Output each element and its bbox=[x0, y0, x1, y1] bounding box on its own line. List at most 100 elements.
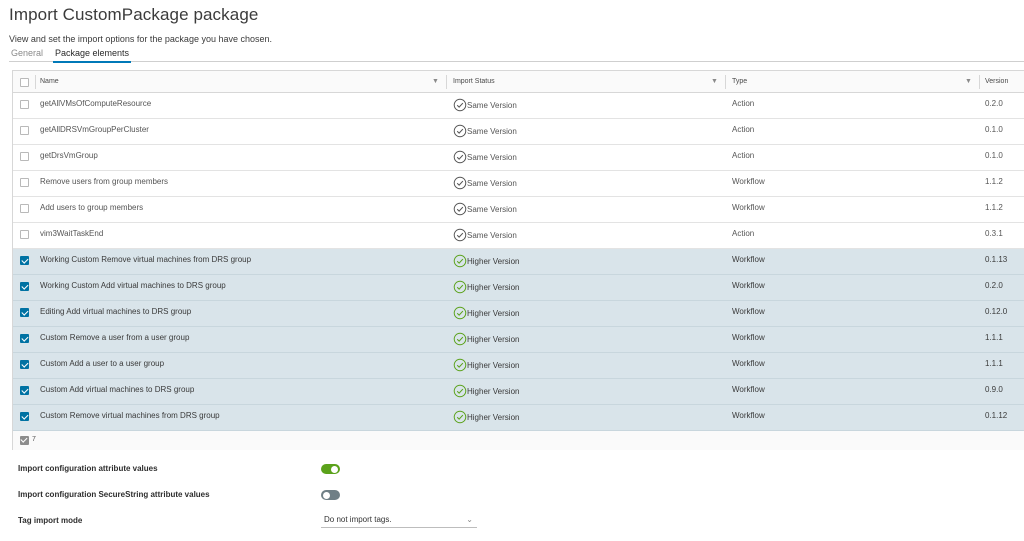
row-checkbox[interactable] bbox=[20, 360, 29, 369]
row-name: Add users to group members bbox=[40, 203, 144, 212]
row-name: Custom Remove virtual machines from DRS … bbox=[40, 411, 220, 420]
row-import-status-text: Higher Version bbox=[467, 412, 520, 422]
column-separator[interactable] bbox=[446, 75, 447, 89]
row-version: 0.12.0 bbox=[985, 307, 1008, 316]
row-type: Workflow bbox=[732, 411, 765, 420]
tag-import-mode-select[interactable]: Do not import tags. ⌄ bbox=[321, 515, 477, 528]
filter-icon[interactable]: ▼ bbox=[711, 71, 718, 93]
table-row[interactable]: Editing Add virtual machines to DRS grou… bbox=[13, 301, 1024, 327]
tab-package-elements[interactable]: Package elements bbox=[52, 48, 132, 63]
column-separator[interactable] bbox=[725, 75, 726, 89]
row-name: Editing Add virtual machines to DRS grou… bbox=[40, 307, 192, 316]
column-header-name[interactable]: Name bbox=[40, 71, 59, 93]
row-checkbox[interactable] bbox=[20, 282, 29, 291]
row-checkbox[interactable] bbox=[20, 230, 29, 239]
row-checkbox[interactable] bbox=[20, 256, 29, 265]
row-import-status: Higher Version bbox=[453, 357, 519, 373]
import-securestring-toggle[interactable] bbox=[321, 490, 340, 500]
row-import-status: Higher Version bbox=[453, 253, 519, 269]
row-version: 0.1.0 bbox=[985, 151, 1003, 160]
table-row[interactable]: Custom Remove a user from a user group Hi… bbox=[13, 327, 1024, 353]
row-name: getAllDRSVmGroupPerCluster bbox=[40, 125, 149, 134]
tab-bar: General Package elements bbox=[9, 47, 1024, 63]
check-circle-icon bbox=[453, 254, 467, 268]
tab-general[interactable]: General bbox=[11, 48, 43, 62]
row-version: 1.1.2 bbox=[985, 203, 1003, 212]
import-securestring-label: Import configuration SecureString attrib… bbox=[18, 490, 210, 499]
row-checkbox[interactable] bbox=[20, 386, 29, 395]
table-row[interactable]: getDrsVmGroup Same Version Action 0.1.0 bbox=[13, 145, 1024, 171]
row-version: 0.9.0 bbox=[985, 385, 1003, 394]
row-checkbox[interactable] bbox=[20, 152, 29, 161]
column-header-version[interactable]: Version bbox=[985, 71, 1008, 93]
row-import-status: Higher Version bbox=[453, 383, 519, 399]
row-version: 0.3.1 bbox=[985, 229, 1003, 238]
row-checkbox[interactable] bbox=[20, 100, 29, 109]
row-name: Custom Add a user to a user group bbox=[40, 359, 165, 368]
row-checkbox[interactable] bbox=[20, 308, 29, 317]
table-row[interactable]: getAllDRSVmGroupPerCluster Same Version Ac… bbox=[13, 119, 1024, 145]
row-import-status-text: Same Version bbox=[467, 126, 517, 136]
table-row[interactable]: vim3WaitTaskEnd Same Version Action 0.3.1 bbox=[13, 223, 1024, 249]
row-import-status-text: Higher Version bbox=[467, 256, 520, 266]
row-import-status: Same Version bbox=[453, 97, 517, 113]
column-header-type[interactable]: Type bbox=[732, 71, 747, 93]
check-circle-icon bbox=[453, 202, 467, 216]
table-row[interactable]: Custom Remove virtual machines from DRS … bbox=[13, 405, 1024, 431]
page-subtitle: View and set the import options for the … bbox=[9, 34, 272, 44]
column-separator[interactable] bbox=[979, 75, 980, 89]
row-version: 1.1.1 bbox=[985, 359, 1003, 368]
tag-import-mode-label: Tag import mode bbox=[18, 516, 83, 525]
row-import-status-text: Same Version bbox=[467, 152, 517, 162]
row-name: Custom Remove a user from a user group bbox=[40, 333, 190, 342]
check-circle-icon bbox=[453, 332, 467, 346]
row-import-status-text: Higher Version bbox=[467, 386, 520, 396]
table-row[interactable]: Custom Add virtual machines to DRS group… bbox=[13, 379, 1024, 405]
grid-footer: 7 bbox=[13, 431, 1024, 450]
row-checkbox[interactable] bbox=[20, 126, 29, 135]
row-import-status: Same Version bbox=[453, 175, 517, 191]
filter-icon[interactable]: ▼ bbox=[965, 71, 972, 93]
column-header-import-status[interactable]: Import Status bbox=[453, 71, 495, 93]
row-import-status: Same Version bbox=[453, 123, 517, 139]
row-type: Action bbox=[732, 99, 755, 108]
row-checkbox[interactable] bbox=[20, 204, 29, 213]
package-elements-grid: Name ▼ Import Status ▼ Type ▼ Version ge… bbox=[12, 70, 1024, 450]
table-row[interactable]: Working Custom Add virtual machines to D… bbox=[13, 275, 1024, 301]
row-version: 1.1.1 bbox=[985, 333, 1003, 342]
selected-count-checkbox bbox=[20, 436, 29, 445]
row-type: Action bbox=[732, 125, 755, 134]
row-checkbox[interactable] bbox=[20, 334, 29, 343]
row-name: Working Custom Remove virtual machines f… bbox=[40, 255, 252, 264]
table-row[interactable]: Working Custom Remove virtual machines f… bbox=[13, 249, 1024, 275]
table-row[interactable]: Add users to group members Same Version Wo… bbox=[13, 197, 1024, 223]
row-type: Action bbox=[732, 229, 755, 238]
row-import-status-text: Higher Version bbox=[467, 308, 520, 318]
select-all-checkbox[interactable] bbox=[20, 78, 29, 87]
row-type: Workflow bbox=[732, 255, 765, 264]
row-checkbox[interactable] bbox=[20, 178, 29, 187]
row-import-status: Higher Version bbox=[453, 305, 519, 321]
import-config-attr-toggle[interactable] bbox=[321, 464, 340, 474]
table-row[interactable]: getAllVMsOfComputeResource Same Version Ac… bbox=[13, 93, 1024, 119]
filter-icon[interactable]: ▼ bbox=[432, 71, 439, 93]
import-config-attr-label: Import configuration attribute values bbox=[18, 464, 158, 473]
check-circle-icon bbox=[453, 176, 467, 190]
check-circle-icon bbox=[453, 410, 467, 424]
row-name: getAllVMsOfComputeResource bbox=[40, 99, 152, 108]
table-row[interactable]: Remove users from group members Same Vers… bbox=[13, 171, 1024, 197]
column-separator bbox=[35, 75, 36, 89]
grid-header: Name ▼ Import Status ▼ Type ▼ Version bbox=[13, 71, 1024, 93]
row-version: 0.1.12 bbox=[985, 411, 1008, 420]
row-type: Workflow bbox=[732, 177, 765, 186]
selected-count: 7 bbox=[32, 436, 36, 443]
row-type: Workflow bbox=[732, 307, 765, 316]
row-type: Workflow bbox=[732, 385, 765, 394]
row-type: Workflow bbox=[732, 203, 765, 212]
row-checkbox[interactable] bbox=[20, 412, 29, 421]
row-import-status-text: Same Version bbox=[467, 100, 517, 110]
table-row[interactable]: Custom Add a user to a user group Higher … bbox=[13, 353, 1024, 379]
row-name: vim3WaitTaskEnd bbox=[40, 229, 104, 238]
row-version: 1.1.2 bbox=[985, 177, 1003, 186]
row-version: 0.1.0 bbox=[985, 125, 1003, 134]
